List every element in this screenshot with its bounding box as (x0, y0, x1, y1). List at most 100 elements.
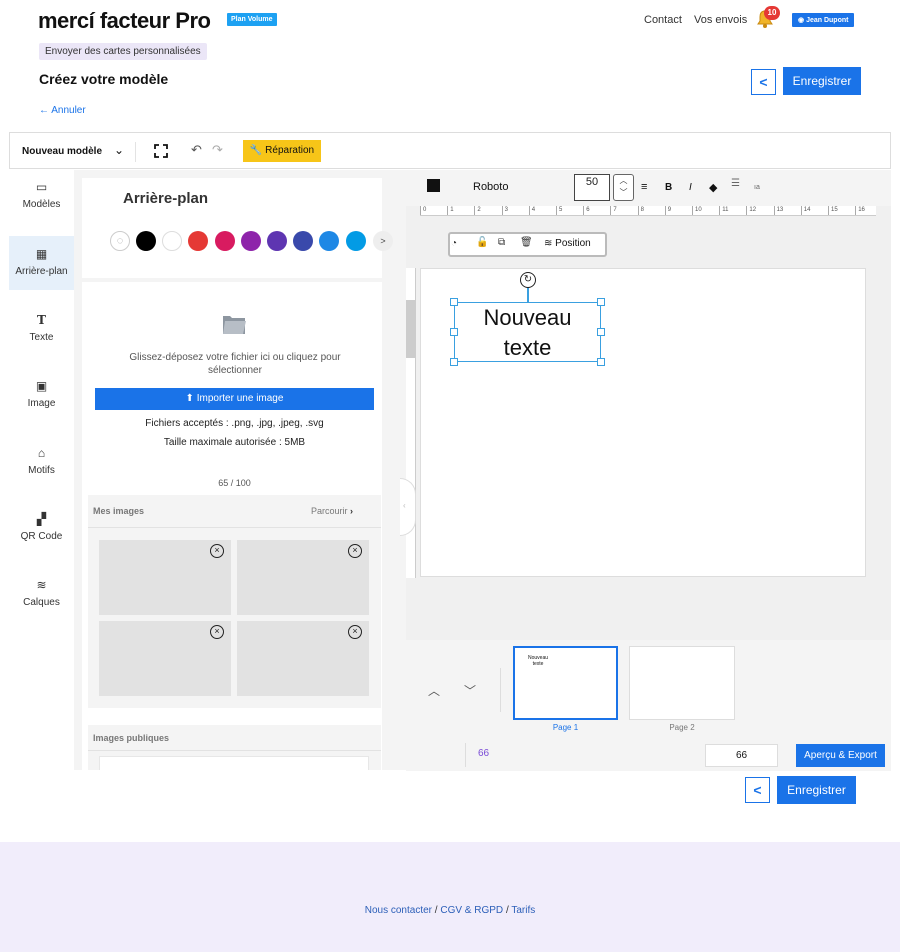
color-swatch[interactable] (136, 231, 156, 251)
accepted-files: Fichiers acceptés : .png, .jpg, .jpeg, .… (145, 418, 324, 429)
ruler-tick: 16 (855, 206, 865, 215)
page-label-1: Page 1 (552, 723, 579, 732)
sidebar-item-label: Calques (23, 597, 60, 608)
ruler-tick: 9 (664, 206, 671, 215)
rotate-icon[interactable]: ↻ (520, 272, 536, 288)
repair-button[interactable]: 🔧 Réparation (243, 140, 321, 162)
resize-handle[interactable] (597, 328, 605, 336)
canvas-text-line: Nouveau (483, 305, 572, 330)
fullscreen-icon[interactable] (154, 144, 168, 158)
font-size-stepper[interactable]: ︿ ﹀ (613, 174, 634, 201)
cancel-link[interactable]: ← Annuler (39, 105, 86, 116)
sidebar-item-calques[interactable]: ≋ Calques (9, 578, 74, 608)
browse-link[interactable]: Parcourir › (311, 506, 353, 516)
logo[interactable]: mercí facteur Pro (38, 8, 211, 34)
sidebar-item-arriere-plan[interactable]: ▦ Arrière-plan (9, 247, 74, 277)
footer-tarifs-link[interactable]: Tarifs (511, 905, 535, 916)
page-thumbnail-2[interactable] (629, 646, 735, 720)
resize-handle[interactable] (450, 358, 458, 366)
sidebar-item-motifs[interactable]: ⌂ Motifs (9, 446, 74, 476)
duplicate-icon[interactable]: ⧉ (498, 237, 505, 248)
footer-cgv-link[interactable]: CGV & RGPD (440, 905, 503, 916)
undo-icon[interactable]: ↶ (191, 142, 202, 158)
remove-image-icon[interactable]: × (348, 544, 362, 558)
stepper-down-icon[interactable]: ﹀ (614, 187, 633, 199)
preview-export-button[interactable]: Aperçu & Export (796, 744, 885, 767)
model-select[interactable]: Nouveau modèle (22, 146, 102, 157)
back-button-bottom[interactable]: < (745, 777, 770, 803)
save-button-top[interactable]: Enregistrer (783, 67, 861, 95)
ruler-tick: 12 (746, 206, 756, 215)
divider (88, 527, 381, 528)
line-height-icon[interactable]: ☰ (731, 178, 740, 189)
chevron-up-icon[interactable]: ︿ (428, 682, 440, 699)
public-images-list (99, 756, 369, 770)
resize-handle[interactable] (450, 298, 458, 306)
collapse-panel-tab[interactable]: ‹ (400, 478, 416, 536)
layers-icon: ≋ (36, 578, 47, 592)
resize-handle[interactable] (597, 358, 605, 366)
font-color-swatch[interactable] (427, 179, 440, 192)
panel-title: Arrière-plan (123, 190, 209, 207)
wrench-icon: 🔧 (249, 145, 263, 156)
page-thumbnail-text: Nouveau texte (528, 655, 549, 667)
zoom-input[interactable]: 66 (705, 744, 778, 767)
envois-link[interactable]: Vos envois (694, 14, 747, 26)
shapes-icon: ⌂ (37, 446, 46, 460)
upload-icon: ⬆ (185, 393, 197, 404)
unlock-icon[interactable]: 🔓 (476, 237, 488, 248)
resize-handle[interactable] (597, 298, 605, 306)
ruler-tick: 11 (719, 206, 728, 215)
sidebar-item-texte[interactable]: T Texte (9, 313, 74, 343)
back-button-top[interactable]: < (751, 69, 776, 95)
chevron-left-icon: ‹ (403, 501, 406, 510)
ruler-tick: 0 (420, 206, 426, 215)
color-swatch[interactable] (240, 231, 261, 251)
user-name: Jean Dupont (806, 17, 849, 24)
sidebar-item-label: Texte (29, 332, 54, 343)
ruler-tick: 13 (773, 206, 783, 215)
save-button-bottom[interactable]: Enregistrer (777, 776, 856, 804)
font-size-input[interactable]: 50 (574, 174, 610, 201)
canvas-text[interactable]: Nouveau texte (454, 303, 601, 363)
page-label-2: Page 2 (669, 723, 695, 732)
resize-handle[interactable] (450, 328, 458, 336)
eraser-icon[interactable]: ◆ (709, 181, 717, 194)
remove-image-icon[interactable]: × (348, 625, 362, 639)
import-image-button[interactable]: ⬆ Importer une image (95, 388, 374, 410)
max-size: Taille maximale autorisée : 5MB (163, 437, 306, 448)
italic-icon[interactable]: I (689, 182, 692, 193)
bold-icon[interactable]: B (665, 182, 672, 193)
footer-separator: / (434, 905, 438, 916)
trash-icon[interactable]: 🗑 (520, 237, 533, 248)
chevron-down-icon[interactable]: ﹀ (464, 682, 476, 699)
stepper-up-icon[interactable]: ︿ (614, 175, 633, 187)
sidebar-item-modeles[interactable]: ▭ Modèles (9, 180, 74, 210)
drop-zone-text[interactable]: Glissez-déposez votre fichier ici ou cli… (115, 351, 355, 377)
redo-icon[interactable]: ↷ (212, 142, 223, 158)
footer-contact-link[interactable]: Nous contacter (365, 905, 432, 916)
image-icon: ▣ (35, 379, 48, 393)
chevron-down-icon[interactable]: ⌄ (114, 143, 124, 157)
subtitle-tag: Envoyer des cartes personnalisées (39, 43, 207, 60)
letter-spacing-icon[interactable]: ıa (754, 184, 760, 191)
font-family-select[interactable]: Roboto (473, 181, 508, 193)
more-colors-button[interactable]: > (373, 231, 393, 251)
remove-image-icon[interactable]: × (210, 625, 224, 639)
user-menu[interactable]: ◉ Jean Dupont (792, 13, 855, 27)
contact-link[interactable]: Contact (644, 14, 682, 26)
color-swatch[interactable] (345, 231, 366, 251)
qrcode-icon: ▞ (36, 512, 47, 526)
color-swatch[interactable] (214, 231, 235, 251)
color-swatch[interactable] (267, 231, 287, 251)
remove-image-icon[interactable]: × (210, 544, 224, 558)
plan-badge: Plan Volume (227, 13, 277, 26)
sidebar-item-image[interactable]: ▣ Image (9, 379, 74, 409)
my-images-title: Mes images (93, 506, 145, 516)
position-button[interactable]: ≋ Position (544, 238, 591, 249)
color-picker-icon[interactable]: ◌ (110, 231, 130, 251)
folder-icon (223, 316, 246, 334)
fill-icon[interactable]: ◔ (451, 238, 457, 249)
align-center-icon[interactable]: ≡ (641, 181, 647, 193)
sidebar-item-qrcode[interactable]: ▞ QR Code (9, 512, 74, 542)
